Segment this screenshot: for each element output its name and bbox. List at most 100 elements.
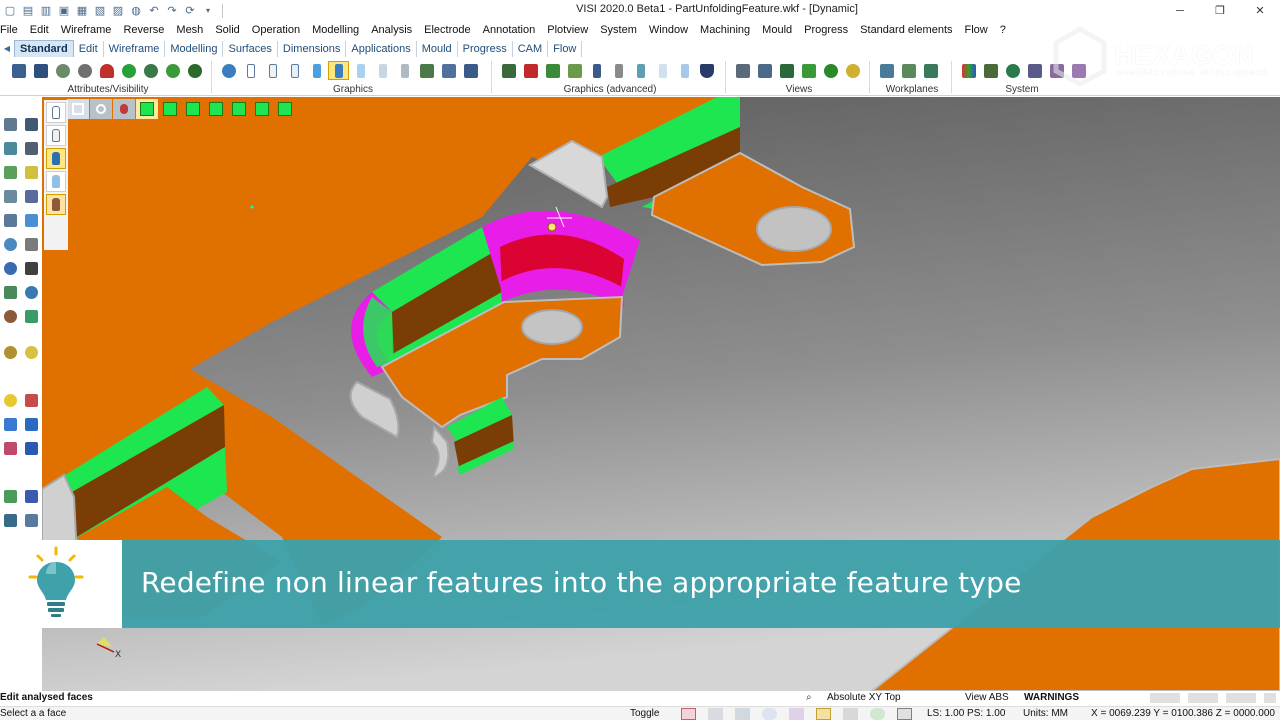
grid-tool-icon[interactable] (0, 509, 21, 531)
help-tool-icon[interactable] (0, 257, 21, 279)
transform-tool-icon[interactable] (21, 509, 42, 531)
transparent-mode-icon[interactable] (46, 171, 66, 192)
transparent-cylinder-icon[interactable] (350, 61, 371, 80)
menu-mould[interactable]: Mould (756, 21, 798, 39)
tab-wireframe[interactable]: Wireframe (104, 41, 166, 57)
silhouette-cylinder-icon[interactable] (372, 61, 393, 80)
cube-icon-1[interactable] (136, 99, 158, 119)
tab-applications[interactable]: Applications (346, 41, 417, 57)
view-refresh-icon[interactable] (820, 61, 841, 80)
save-icon[interactable]: ▣ (56, 3, 72, 18)
query-tool-icon[interactable] (0, 341, 21, 363)
view-rotate-icon[interactable] (754, 61, 775, 80)
cube-icon-3[interactable] (182, 99, 204, 119)
save-all-icon[interactable]: ▦ (74, 3, 90, 18)
menu-reverse[interactable]: Reverse (117, 21, 170, 39)
clip-graphics-icon[interactable] (460, 61, 481, 80)
flange-hole[interactable] (756, 206, 832, 252)
grey-cylinder-icon[interactable] (608, 61, 629, 80)
undo-icon[interactable]: ↶ (146, 3, 162, 18)
close-button[interactable]: ✕ (1240, 0, 1280, 21)
cube-icon-7[interactable] (274, 99, 296, 119)
solid-cylinder-icon[interactable] (586, 61, 607, 80)
menu-solid[interactable]: Solid (209, 21, 245, 39)
zoom-window-icon[interactable] (90, 99, 112, 119)
status-view-mode[interactable]: Absolute XY Top (827, 691, 901, 705)
search-small-icon[interactable]: ⌕ (806, 691, 812, 705)
blue-cube-icon[interactable] (0, 413, 21, 435)
snap-grid-icon[interactable] (708, 708, 723, 720)
menu-standard-elements[interactable]: Standard elements (854, 21, 958, 39)
shaded-edges-cylinder-icon[interactable] (328, 61, 349, 80)
open-folder-icon[interactable]: ▤ (20, 3, 36, 18)
outline-cylinder-icon[interactable] (652, 61, 673, 80)
tab-dimensions[interactable]: Dimensions (278, 41, 347, 57)
menu-operation[interactable]: Operation (246, 21, 306, 39)
view-smiley-icon[interactable] (842, 61, 863, 80)
section-graphics-icon[interactable] (438, 61, 459, 80)
mesh-mode-icon[interactable] (46, 194, 66, 215)
print-icon[interactable]: ▨ (110, 3, 126, 18)
pin-tool-icon[interactable] (21, 485, 42, 507)
wire-mode-icon[interactable] (46, 102, 66, 123)
point-tool-icon[interactable] (0, 113, 21, 135)
redo-icon[interactable]: ↷ (164, 3, 180, 18)
maximize-button[interactable]: ❐ (1200, 0, 1240, 21)
wave-tool-icon[interactable] (0, 185, 21, 207)
blue-solid-icon[interactable] (21, 437, 42, 459)
workplane-rotate-icon[interactable] (920, 61, 941, 80)
isolate-icon[interactable] (162, 61, 183, 80)
menu-plotview[interactable]: Plotview (541, 21, 594, 39)
view-pan-icon[interactable] (776, 61, 797, 80)
show-entities-icon[interactable] (74, 61, 95, 80)
wire-cylinder-icon[interactable] (240, 61, 261, 80)
draft-angle-icon[interactable] (696, 61, 717, 80)
print-preview-icon[interactable]: ▧ (92, 3, 108, 18)
mesh-view-icon[interactable] (498, 61, 519, 80)
colour-graphics-icon[interactable] (416, 61, 437, 80)
edge-analysis-icon[interactable] (542, 61, 563, 80)
snap-node-icon[interactable] (735, 708, 750, 720)
tab-surfaces[interactable]: Surfaces (223, 41, 278, 57)
undo-tool-icon[interactable] (21, 281, 42, 303)
minimize-button[interactable]: ─ (1160, 0, 1200, 21)
menu-system[interactable]: System (594, 21, 643, 39)
toggle-button[interactable]: Toggle (630, 707, 659, 720)
menu-edit[interactable]: Edit (24, 21, 55, 39)
settings-icon[interactable] (1024, 61, 1045, 80)
open-file-icon[interactable]: ▥ (38, 3, 54, 18)
rotate-tool-icon[interactable] (0, 233, 21, 255)
help-status-icon[interactable] (762, 708, 777, 720)
workplane-icon[interactable] (876, 61, 897, 80)
select-frame-icon[interactable] (67, 99, 89, 119)
pencil-tool-icon[interactable] (21, 185, 42, 207)
tab-standard[interactable]: Standard (14, 40, 74, 57)
menu-progress[interactable]: Progress (798, 21, 854, 39)
tab-hole[interactable] (521, 309, 583, 345)
cube-icon-6[interactable] (251, 99, 273, 119)
menu-mesh[interactable]: Mesh (170, 21, 209, 39)
layers-tool-icon[interactable] (0, 209, 21, 231)
gear-tool-icon[interactable] (0, 305, 21, 327)
multi-cube-icon[interactable] (0, 437, 21, 459)
color-palette-icon[interactable] (958, 61, 979, 80)
tab-progress[interactable]: Progress (458, 41, 513, 57)
menu-wireframe[interactable]: Wireframe (55, 21, 118, 39)
dropdown-arrow-icon[interactable]: ▾ (200, 3, 216, 18)
menu-modelling[interactable]: Modelling (306, 21, 365, 39)
menu-file[interactable]: File (0, 21, 24, 39)
layers-icon[interactable] (30, 61, 51, 80)
hidden-line-cylinder-icon[interactable] (262, 61, 283, 80)
menu-annotation[interactable]: Annotation (477, 21, 542, 39)
snap-red-icon[interactable] (681, 708, 696, 720)
cube-icon-5[interactable] (228, 99, 250, 119)
magnet-red-icon[interactable] (96, 61, 117, 80)
status-refresh-icon[interactable] (870, 708, 885, 720)
status-list-icon[interactable] (843, 708, 858, 720)
measure-tool-icon[interactable] (0, 281, 21, 303)
tab-edit[interactable]: Edit (74, 41, 104, 57)
shaded-mode-icon[interactable] (46, 148, 66, 169)
globe-icon[interactable] (1002, 61, 1023, 80)
cube-icon-2[interactable] (159, 99, 181, 119)
magnet-cursor-icon[interactable] (113, 99, 135, 119)
